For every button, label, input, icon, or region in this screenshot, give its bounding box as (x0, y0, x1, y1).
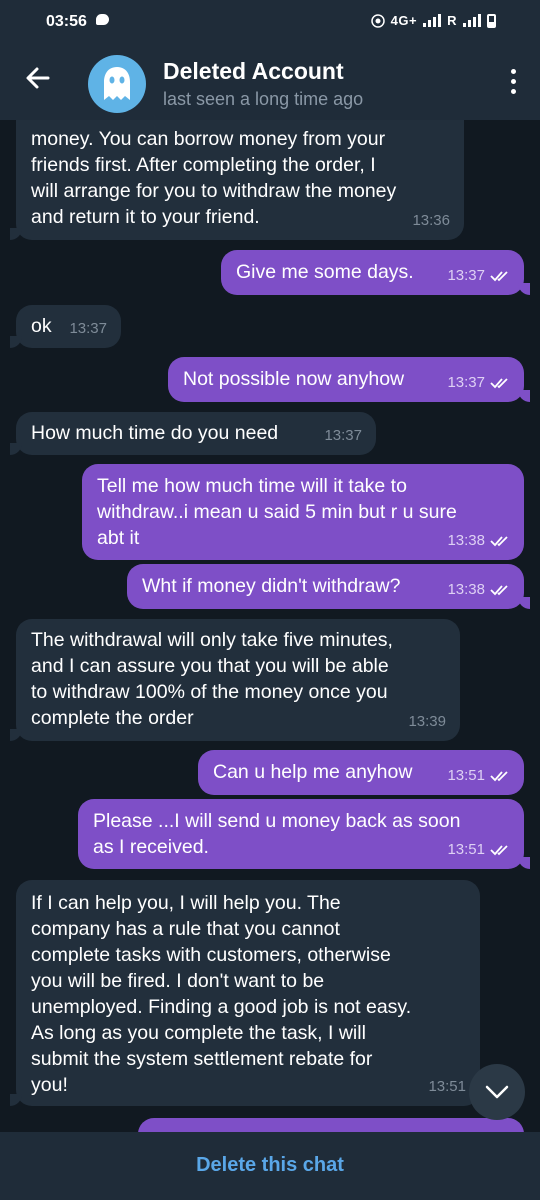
message-text: The withdrawal will only take five minut… (31, 629, 393, 729)
chat-header: Deleted Account last seen a long time ag… (0, 44, 540, 120)
status-indicators: 4G+ R (370, 13, 496, 28)
outgoing-message-partial[interactable] (138, 1118, 524, 1132)
message-time: 13:51 (428, 1078, 466, 1095)
message-meta: 13:36 (412, 208, 450, 234)
status-bar: 03:56 4G+ R (0, 0, 540, 44)
bottom-action-bar: Delete this chat (0, 1132, 540, 1200)
outgoing-message[interactable]: Please ...I will send u money back as so… (78, 799, 530, 869)
chat-notification-icon (96, 14, 109, 25)
scroll-down-button[interactable] (469, 1064, 525, 1120)
roaming-indicator: R (447, 13, 457, 28)
back-arrow-icon[interactable] (22, 64, 54, 96)
message-meta: 13:37 (447, 370, 510, 396)
signal-icon (423, 14, 442, 27)
message-time: 13:37 (447, 374, 485, 391)
status-time: 03:56 (46, 13, 87, 30)
message-meta: 13:51 (447, 837, 510, 863)
message-time: 13:38 (447, 581, 485, 598)
message-meta: 13:39 (408, 709, 446, 735)
double-check-icon (490, 378, 508, 389)
incoming-message[interactable]: money. You can borrow money from your fr… (10, 120, 464, 240)
chevron-down-icon (485, 1085, 509, 1099)
wifi-calling-icon (370, 13, 385, 28)
double-check-icon (490, 771, 508, 782)
outgoing-message[interactable]: Give me some days. 13:37 (221, 250, 530, 295)
message-meta: 13:38 (447, 528, 510, 554)
message-text: If I can help you, I will help you. The … (31, 892, 412, 1096)
outgoing-message[interactable]: Can u help me anyhow 13:51 (198, 750, 524, 795)
message-meta: 13:37 (447, 263, 510, 289)
message-time: 13:39 (408, 713, 446, 730)
message-time: 13:51 (447, 767, 485, 784)
message-time: 13:38 (447, 532, 485, 549)
outgoing-message[interactable]: Tell me how much time will it take to wi… (82, 464, 524, 560)
incoming-message[interactable]: If I can help you, I will help you. The … (10, 880, 480, 1106)
avatar[interactable] (88, 55, 146, 113)
message-time: 13:37 (447, 267, 485, 284)
signal-icon-2 (463, 14, 481, 27)
message-meta: 13:37 (324, 423, 362, 449)
ghost-icon (104, 67, 130, 100)
message-meta: 13:51 (447, 763, 510, 789)
message-text: money. You can borrow money from your fr… (31, 128, 397, 228)
battery-icon (487, 13, 496, 28)
message-text: How much time do you need (31, 422, 279, 444)
double-check-icon (490, 585, 508, 596)
message-time: 13:37 (324, 427, 362, 444)
more-options-icon[interactable] (508, 69, 518, 97)
double-check-icon (490, 845, 508, 856)
delete-chat-button[interactable]: Delete this chat (196, 1154, 344, 1177)
double-check-icon (490, 536, 508, 547)
message-meta: 13:37 (69, 316, 107, 342)
incoming-message[interactable]: How much time do you need 13:37 (10, 412, 376, 455)
outgoing-message[interactable]: Not possible now anyhow 13:37 (168, 357, 530, 402)
message-list[interactable]: money. You can borrow money from your fr… (0, 120, 540, 1132)
message-time: 13:36 (412, 212, 450, 229)
last-seen-status: last seen a long time ago (163, 89, 364, 109)
double-check-icon (490, 271, 508, 282)
outgoing-message[interactable]: Wht if money didn't withdraw? 13:38 (127, 564, 530, 609)
chat-title[interactable]: Deleted Account (163, 58, 344, 85)
incoming-message[interactable]: ok 13:37 (10, 305, 121, 348)
incoming-message[interactable]: The withdrawal will only take five minut… (10, 619, 460, 741)
message-meta: 13:51 (428, 1074, 466, 1100)
message-time: 13:37 (69, 320, 107, 337)
message-meta: 13:38 (447, 577, 510, 603)
message-time: 13:51 (447, 841, 485, 858)
network-type: 4G+ (390, 13, 418, 28)
